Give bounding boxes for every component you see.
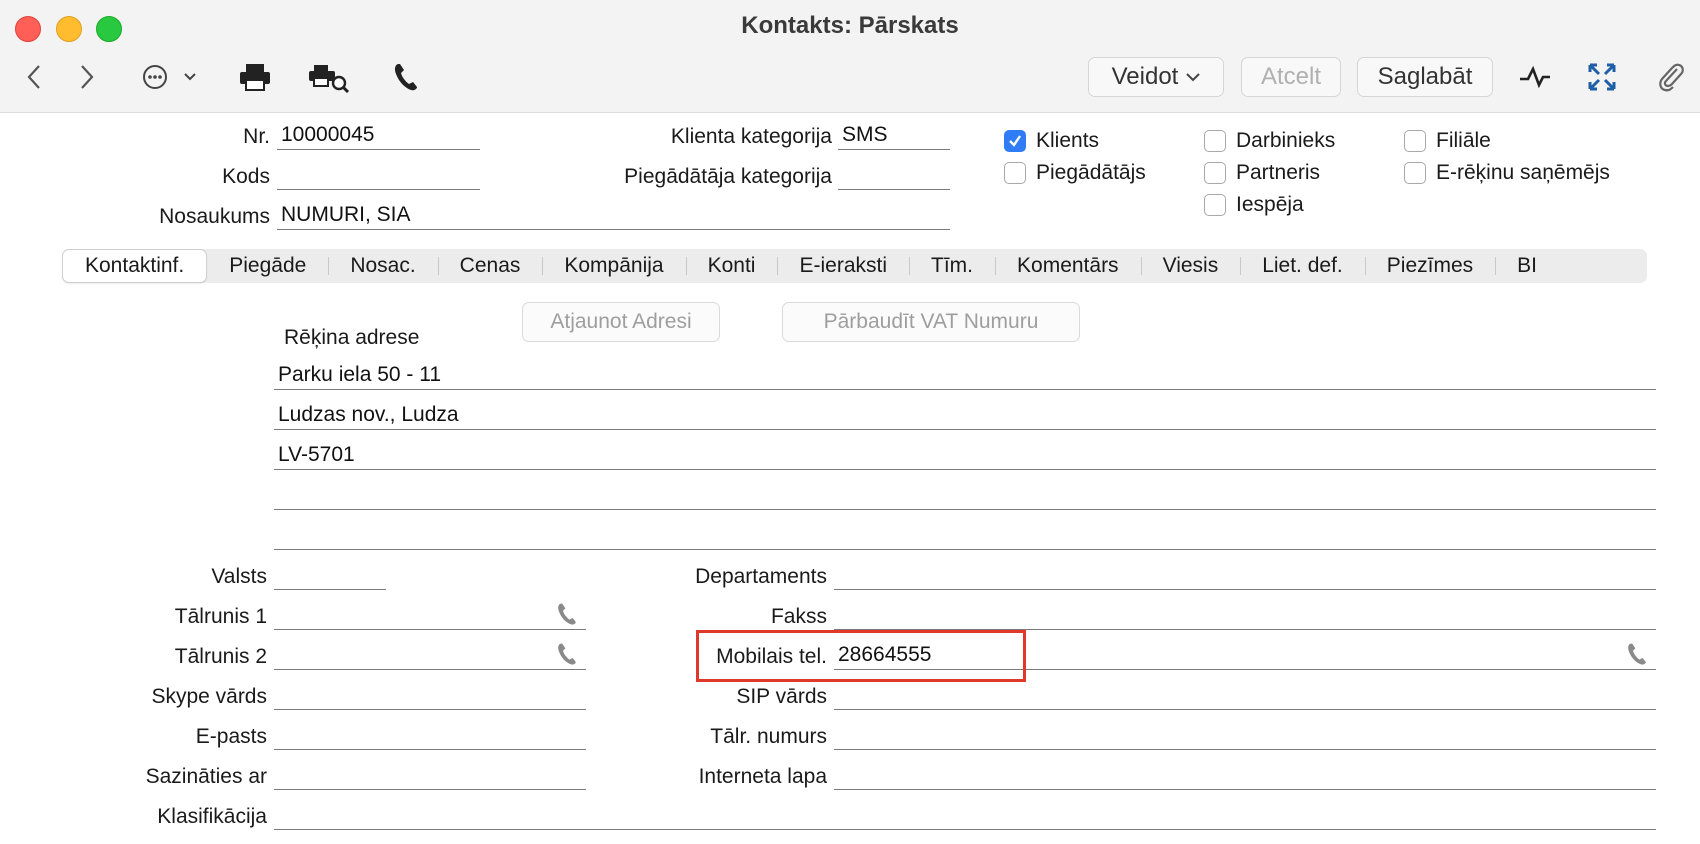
nr-field[interactable]: 10000045: [277, 122, 480, 150]
checkbox-client[interactable]: Klients: [1004, 129, 1099, 153]
address-line-1[interactable]: Parku iela 50 - 11: [274, 362, 1656, 390]
print-icon[interactable]: [237, 60, 273, 94]
phone-icon[interactable]: [391, 60, 421, 94]
checkbox-einvoice-recipient-label: E-rēķinu saņēmējs: [1436, 161, 1610, 184]
more-actions-icon[interactable]: [140, 60, 202, 94]
department-field[interactable]: [834, 562, 1656, 590]
activity-icon[interactable]: [1517, 60, 1553, 94]
print-preview-icon[interactable]: [308, 60, 350, 94]
tab-comment[interactable]: Komentārs: [995, 249, 1141, 283]
save-button[interactable]: Saglabāt: [1357, 57, 1493, 97]
titlebar: Kontakts: Pārskats Veidot Atcelt Saglabā…: [0, 0, 1700, 113]
checkbox-supplier-label: Piegādātājs: [1036, 161, 1146, 184]
chevron-down-icon: [1186, 73, 1201, 82]
phone2-field[interactable]: [274, 642, 586, 670]
cancel-button[interactable]: Atcelt: [1241, 57, 1341, 97]
code-field[interactable]: [277, 162, 480, 190]
website-field[interactable]: [834, 762, 1656, 790]
create-button-label: Veidot: [1111, 63, 1179, 90]
tab-web[interactable]: Tīm.: [909, 249, 995, 283]
checkbox-client-box[interactable]: [1004, 130, 1026, 152]
checkbox-partner-label: Partneris: [1236, 161, 1321, 184]
skype-field[interactable]: [274, 682, 586, 710]
supplier-category-label: Piegādātāja kategorija: [624, 165, 832, 188]
address-line-4[interactable]: [274, 482, 1656, 510]
supplier-category-field[interactable]: [838, 162, 950, 190]
checkbox-einvoice-recipient-box[interactable]: [1404, 162, 1426, 184]
tab-guest[interactable]: Viesis: [1140, 249, 1241, 283]
checkbox-opportunity-box[interactable]: [1204, 194, 1226, 216]
tab-contact-info[interactable]: Kontaktinf.: [62, 249, 208, 283]
billing-address-title: Rēķina adrese: [284, 326, 420, 349]
expand-icon[interactable]: [1586, 60, 1618, 94]
phone1-call-icon[interactable]: [555, 602, 579, 626]
name-field[interactable]: NUMURI, SIA: [277, 202, 950, 230]
window-title: Kontakts: Pārskats: [741, 12, 959, 39]
fax-field[interactable]: [834, 602, 1656, 630]
create-button[interactable]: Veidot: [1088, 57, 1224, 97]
checkbox-employee-label: Darbinieks: [1236, 129, 1336, 152]
checkbox-branch-box[interactable]: [1404, 130, 1426, 152]
address-line-3[interactable]: LV-5701: [274, 442, 1656, 470]
name-label: Nosaukums: [159, 205, 270, 228]
checkbox-employee[interactable]: Darbinieks: [1204, 129, 1335, 153]
client-category-label: Klienta kategorija: [670, 125, 832, 148]
tab-delivery[interactable]: Piegāde: [207, 249, 328, 283]
checkbox-opportunity-label: Iespēja: [1236, 193, 1304, 216]
code-label: Kods: [222, 165, 270, 188]
fax-label: Fakss: [770, 605, 827, 628]
checkbox-supplier-box[interactable]: [1004, 162, 1026, 184]
checkbox-employee-box[interactable]: [1204, 130, 1226, 152]
tab-user-defined[interactable]: Liet. def.: [1240, 249, 1365, 283]
tab-accounts[interactable]: Konti: [685, 249, 778, 283]
website-label: Interneta lapa: [698, 765, 827, 788]
mobile-highlight-box: [696, 630, 1026, 682]
tab-terms[interactable]: Nosac.: [328, 249, 437, 283]
tab-bar: Kontaktinf. Piegāde Nosac. Cenas Kompāni…: [62, 249, 1647, 283]
paperclip-icon[interactable]: [1655, 60, 1687, 94]
contact-with-label: Sazināties ar: [145, 765, 267, 788]
phone-number-label: Tālr. numurs: [710, 725, 827, 748]
phone-number-field[interactable]: [834, 722, 1656, 750]
forward-icon[interactable]: [75, 60, 99, 94]
email-label: E-pasts: [195, 725, 267, 748]
checkbox-branch-label: Filiāle: [1436, 129, 1491, 152]
checkbox-partner[interactable]: Partneris: [1204, 161, 1320, 185]
nr-label: Nr.: [243, 125, 270, 148]
country-label: Valsts: [211, 565, 267, 588]
tab-prices[interactable]: Cenas: [437, 249, 543, 283]
contact-with-field[interactable]: [274, 762, 586, 790]
classification-label: Klasifikācija: [157, 805, 267, 828]
checkbox-opportunity[interactable]: Iespēja: [1204, 193, 1304, 217]
window: Kontakts: Pārskats Veidot Atcelt Saglabā…: [0, 0, 1700, 844]
email-field[interactable]: [274, 722, 586, 750]
checkbox-supplier[interactable]: Piegādātājs: [1004, 161, 1146, 185]
checkbox-branch[interactable]: Filiāle: [1404, 129, 1491, 153]
phone1-label: Tālrunis 1: [174, 605, 267, 628]
update-address-button[interactable]: Atjaunot Adresi: [522, 302, 720, 342]
back-icon[interactable]: [22, 60, 46, 94]
tab-bi[interactable]: BI: [1495, 249, 1559, 283]
phone2-label: Tālrunis 2: [174, 645, 267, 668]
country-field[interactable]: [274, 562, 386, 590]
check-vat-button[interactable]: Pārbaudīt VAT Numuru: [782, 302, 1080, 342]
address-line-5[interactable]: [274, 522, 1656, 550]
client-category-field[interactable]: SMS: [838, 122, 950, 150]
skype-label: Skype vārds: [151, 685, 267, 708]
phone2-call-icon[interactable]: [555, 642, 579, 666]
tab-e-records[interactable]: E-ieraksti: [777, 249, 909, 283]
address-line-2[interactable]: Ludzas nov., Ludza: [274, 402, 1656, 430]
department-label: Departaments: [695, 565, 827, 588]
tab-notes[interactable]: Piezīmes: [1364, 249, 1495, 283]
checkbox-einvoice-recipient[interactable]: E-rēķinu saņēmējs: [1404, 161, 1610, 185]
checkmark-icon: [1009, 135, 1021, 147]
mobile-call-icon[interactable]: [1625, 642, 1649, 666]
checkbox-client-label: Klients: [1036, 129, 1100, 152]
phone1-field[interactable]: [274, 602, 586, 630]
sip-label: SIP vārds: [736, 685, 827, 708]
checkbox-partner-box[interactable]: [1204, 162, 1226, 184]
sip-field[interactable]: [834, 682, 1656, 710]
tab-company[interactable]: Kompānija: [542, 249, 685, 283]
classification-field[interactable]: [274, 802, 1656, 830]
